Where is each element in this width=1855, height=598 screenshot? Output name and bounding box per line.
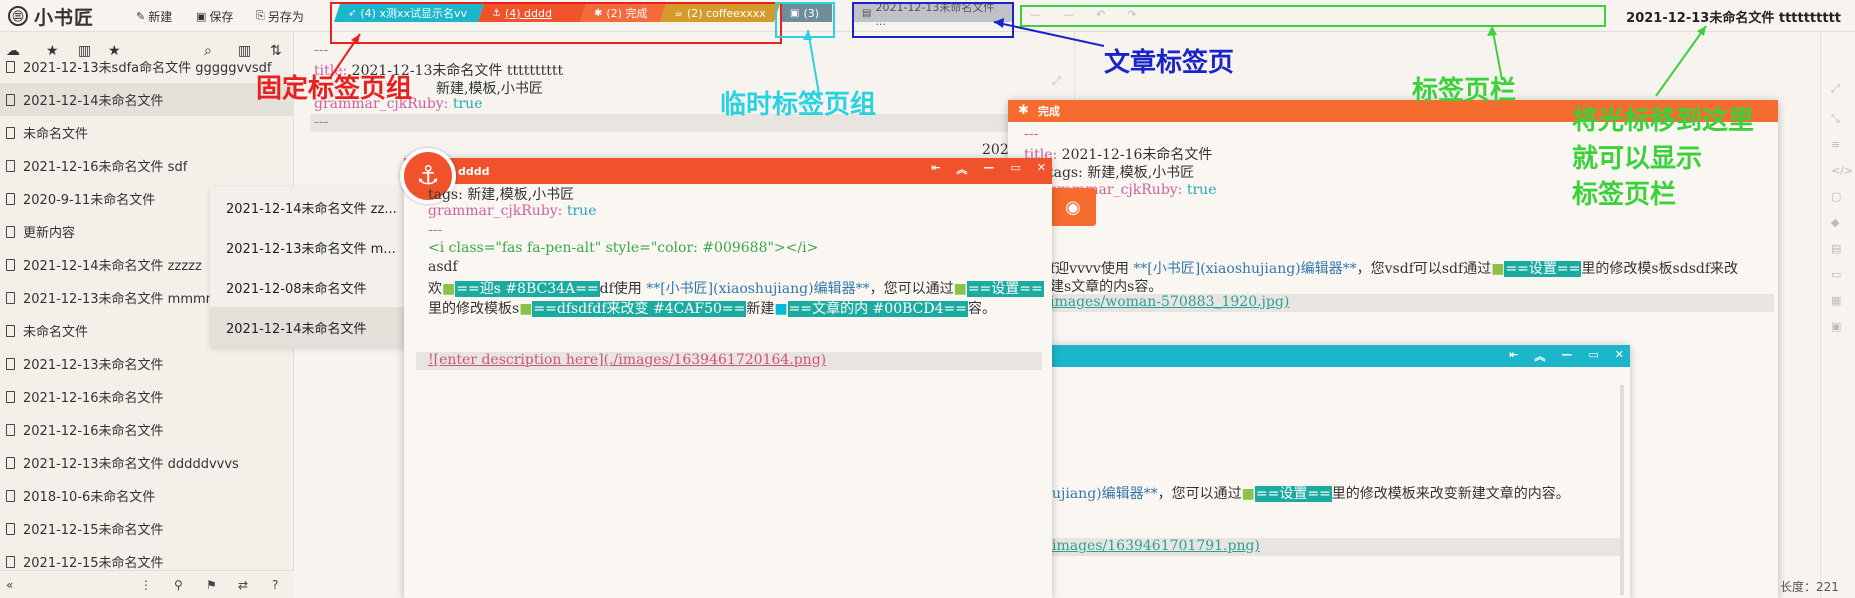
annotation-temp-tabs: 临时标签页组 bbox=[720, 90, 877, 120]
annotation-hint-3: 标签页栏 bbox=[1572, 180, 1677, 210]
annotation-fixed-tabs: 固定标签页组 bbox=[256, 74, 413, 104]
annotation-hint-2: 就可以显示 bbox=[1572, 144, 1703, 174]
annotation-hint-1: 将光标移到这里 bbox=[1572, 106, 1755, 136]
annotation-article-tab: 文章标签页 bbox=[1104, 48, 1235, 78]
annotation-tab-bar: 标签页栏 bbox=[1412, 76, 1517, 106]
